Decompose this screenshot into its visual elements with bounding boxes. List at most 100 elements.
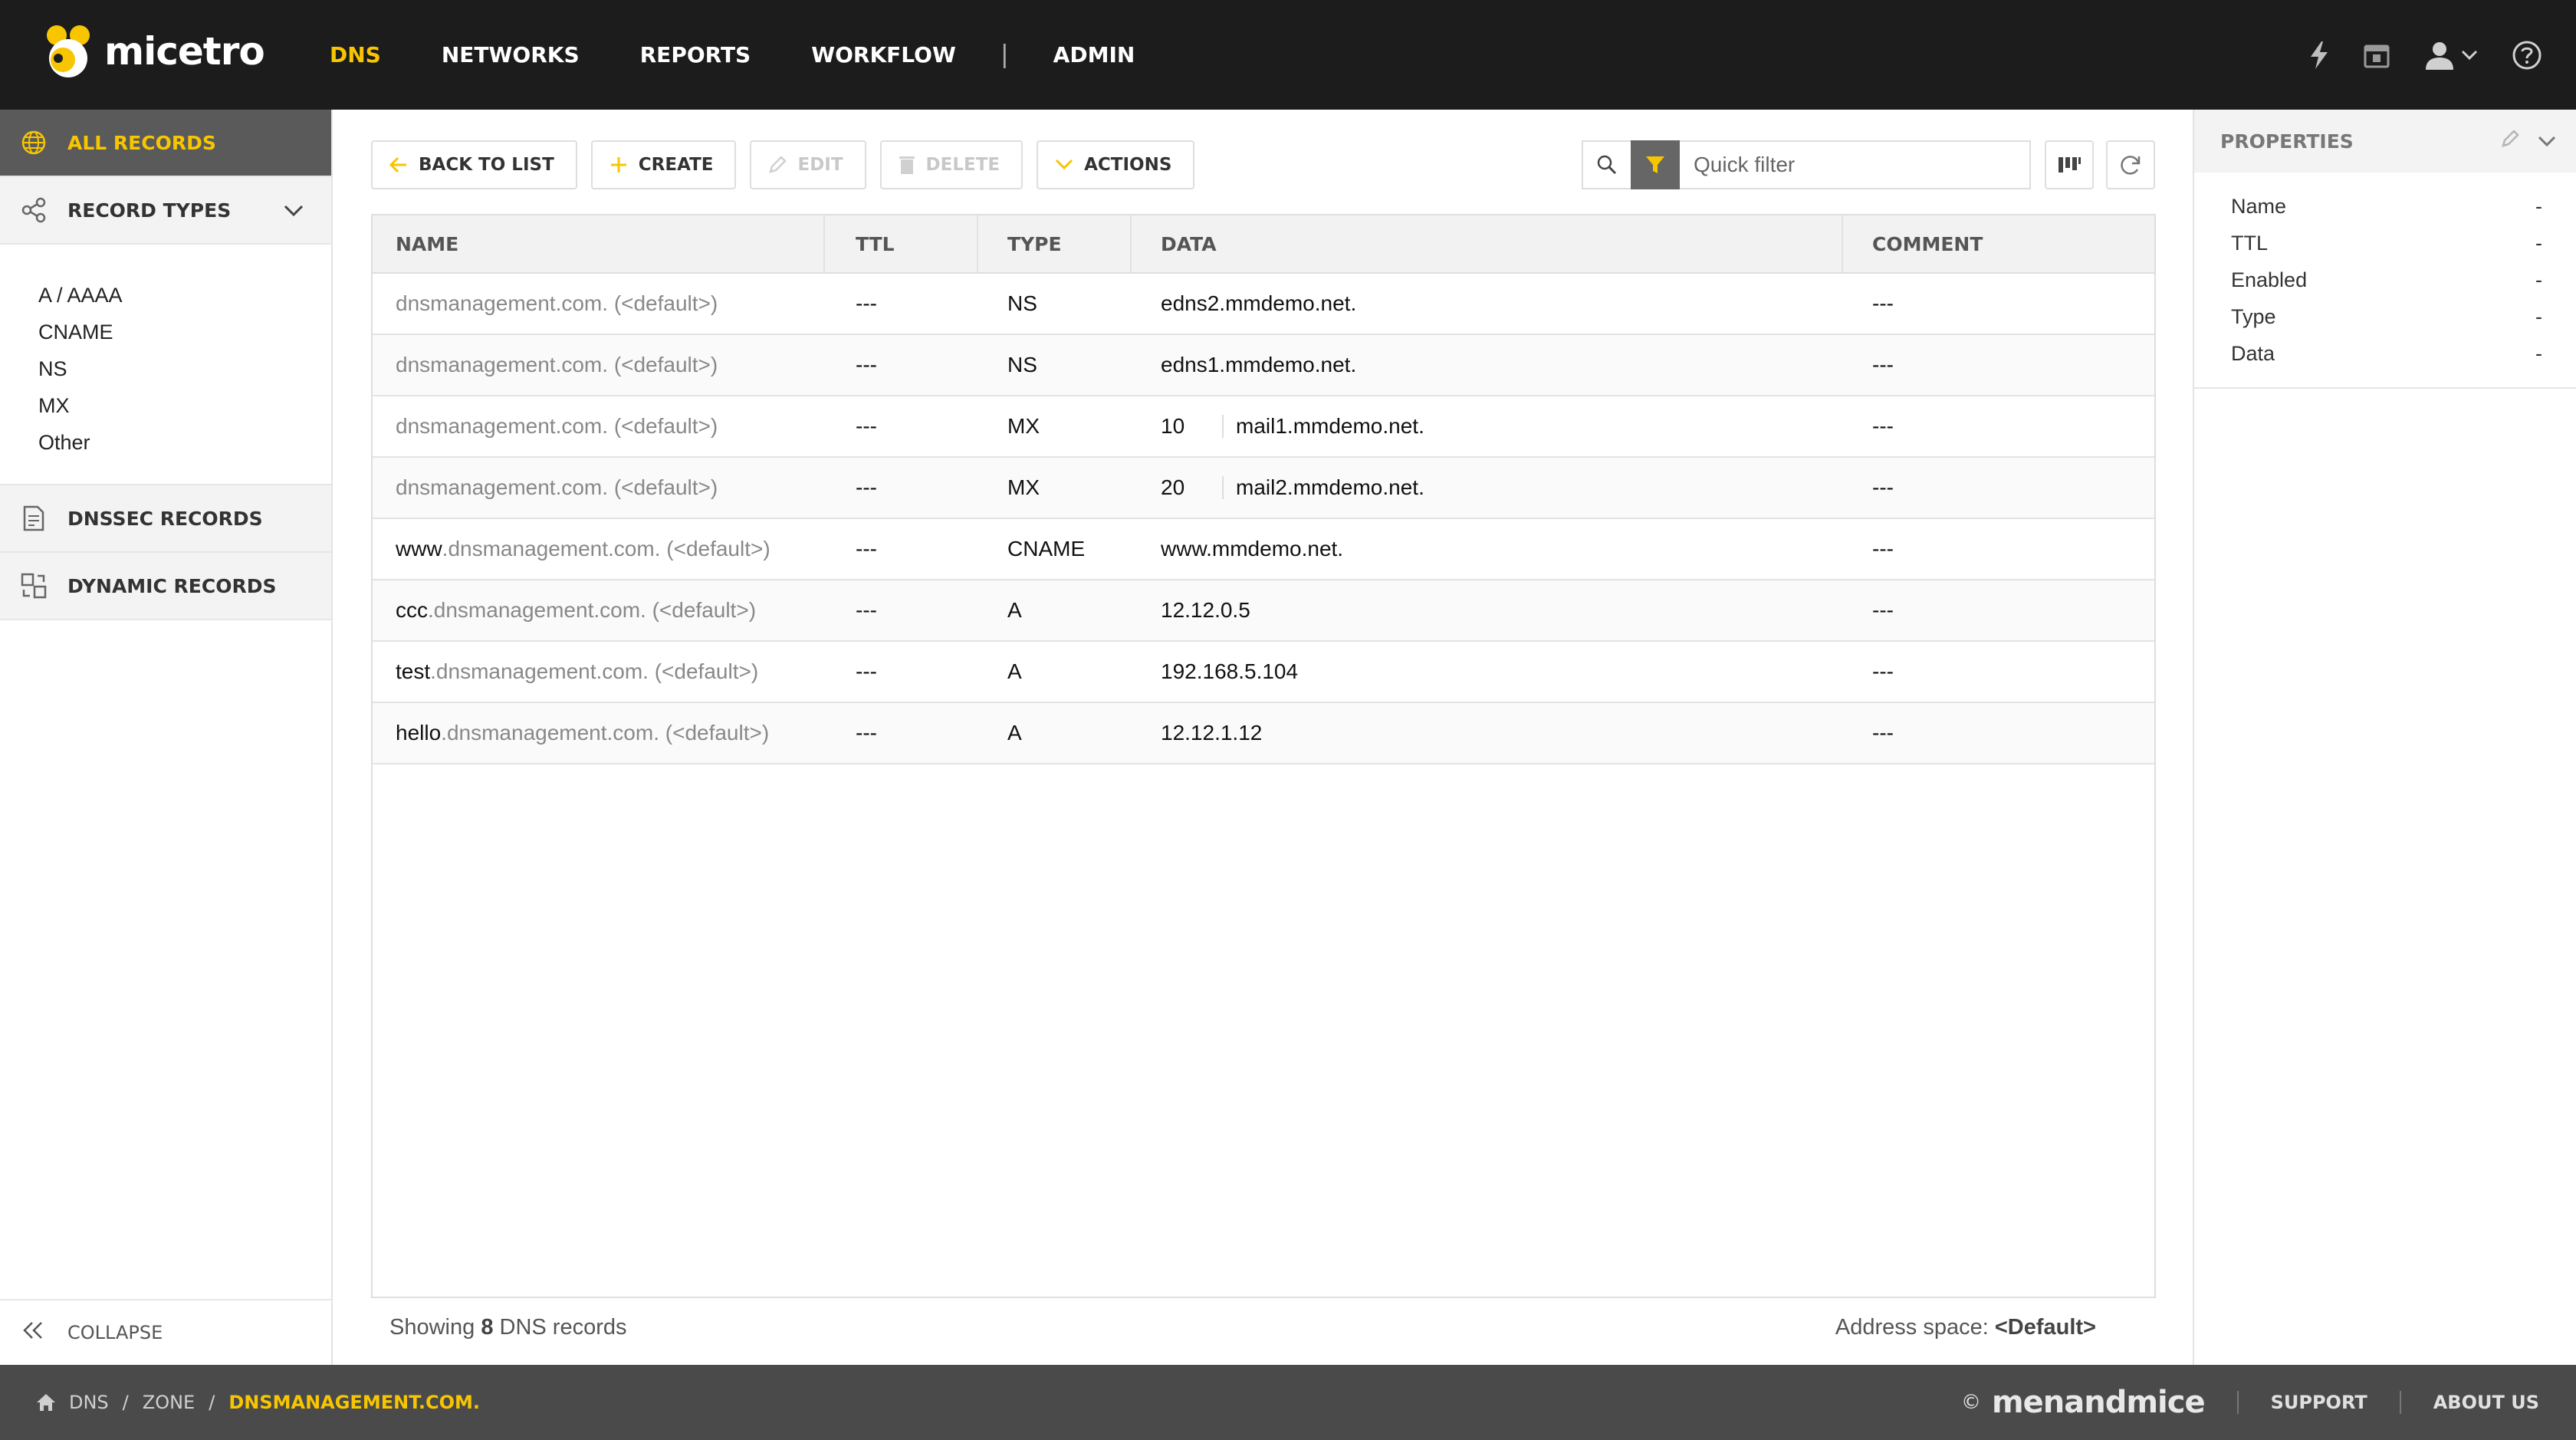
record-type-ns[interactable]: NS bbox=[38, 350, 331, 387]
table-header: NAME TTL TYPE DATA COMMENT bbox=[373, 215, 2154, 274]
properties-title: PROPERTIES bbox=[2220, 130, 2354, 153]
cell-type: MX bbox=[1007, 475, 1040, 499]
actions-label: ACTIONS bbox=[1084, 155, 1172, 175]
chevron-down-icon bbox=[1055, 159, 1073, 171]
record-data-value: 12.12.1.12 bbox=[1161, 721, 1263, 745]
app-name: micetro bbox=[104, 29, 265, 74]
actions-button[interactable]: ACTIONS bbox=[1037, 140, 1195, 189]
record-type-a-aaaa[interactable]: A / AAAA bbox=[38, 277, 331, 314]
cell-type: MX bbox=[1007, 414, 1040, 438]
table-row[interactable]: dnsmanagement.com. (<default>) --- MX 10 mai… bbox=[373, 396, 2154, 458]
cell-ttl: --- bbox=[856, 537, 877, 561]
nav-networks[interactable]: NETWORKS bbox=[442, 42, 580, 67]
column-layout-button[interactable] bbox=[2045, 140, 2094, 189]
micetro-logo-icon bbox=[40, 23, 97, 80]
column-header-name[interactable]: NAME bbox=[373, 215, 825, 272]
dynamic-records-icon bbox=[20, 572, 48, 600]
quick-filter-input[interactable] bbox=[1680, 140, 2031, 189]
column-header-comment[interactable]: COMMENT bbox=[1843, 215, 2154, 272]
bottom-bar: DNS / ZONE / DNSMANAGEMENT.COM. © menand… bbox=[0, 1365, 2576, 1440]
cell-data: www.mmdemo.net. bbox=[1132, 519, 1843, 579]
record-data-value: 12.12.0.5 bbox=[1161, 598, 1250, 622]
filter-icon[interactable] bbox=[1631, 140, 1680, 189]
menandmice-logo[interactable]: menandmice bbox=[1992, 1385, 2206, 1420]
nav-workflow[interactable]: WORKFLOW bbox=[811, 42, 956, 67]
help-icon[interactable] bbox=[2512, 40, 2542, 71]
mx-divider bbox=[1222, 415, 1224, 438]
cell-comment: --- bbox=[1872, 414, 1894, 438]
about-us-link[interactable]: ABOUT US bbox=[2433, 1392, 2539, 1413]
cell-comment: --- bbox=[1872, 537, 1894, 561]
nav-admin[interactable]: ADMIN bbox=[1053, 42, 1135, 67]
record-type-other[interactable]: Other bbox=[38, 424, 331, 461]
address-space-value[interactable]: <Default> bbox=[1995, 1315, 2096, 1340]
copyright: © bbox=[1960, 1391, 1981, 1414]
record-data-value: www.mmdemo.net. bbox=[1161, 537, 1344, 561]
sidebar-item-dynamic-records[interactable]: DYNAMIC RECORDS bbox=[0, 553, 331, 620]
record-zone: dnsmanagement.com. (<default>) bbox=[396, 475, 718, 499]
delete-button[interactable]: DELETE bbox=[879, 140, 1024, 189]
record-type-mx[interactable]: MX bbox=[38, 387, 331, 424]
breadcrumb-dns[interactable]: DNS bbox=[69, 1392, 109, 1413]
search-icon[interactable] bbox=[1582, 140, 1631, 189]
arrow-left-icon bbox=[389, 156, 408, 173]
sidebar-item-record-types[interactable]: RECORD TYPES bbox=[0, 177, 331, 245]
sidebar-item-all-records[interactable]: ALL RECORDS bbox=[0, 110, 331, 177]
nav-separator: | bbox=[1001, 40, 1008, 69]
table-row[interactable]: dnsmanagement.com. (<default>) --- MX 20 mai… bbox=[373, 458, 2154, 519]
property-label: Name bbox=[2231, 194, 2287, 218]
user-menu[interactable] bbox=[2424, 41, 2478, 70]
record-data-value: mail2.mmdemo.net. bbox=[1236, 475, 1424, 499]
cell-name: dnsmanagement.com. (<default>) bbox=[373, 396, 825, 456]
table-row[interactable]: dnsmanagement.com. (<default>) --- NS edns2… bbox=[373, 274, 2154, 335]
column-header-data[interactable]: DATA bbox=[1132, 215, 1843, 272]
table-row[interactable]: www .dnsmanagement.com. (<default>) --- CNA… bbox=[373, 519, 2154, 580]
showing-prefix: Showing bbox=[389, 1315, 475, 1340]
record-type-cname[interactable]: CNAME bbox=[38, 314, 331, 350]
edit-button[interactable]: EDIT bbox=[750, 140, 866, 189]
cell-ttl: --- bbox=[856, 659, 877, 683]
cell-data: edns2.mmdemo.net. bbox=[1132, 274, 1843, 334]
share-icon bbox=[20, 196, 48, 224]
table-row[interactable]: test .dnsmanagement.com. (<default>) --- A 1… bbox=[373, 642, 2154, 703]
table-row[interactable]: dnsmanagement.com. (<default>) --- NS edns1… bbox=[373, 335, 2154, 396]
table-row[interactable]: ccc .dnsmanagement.com. (<default>) --- A 12… bbox=[373, 580, 2154, 642]
pencil-icon[interactable] bbox=[2501, 130, 2519, 153]
micetro-logo[interactable]: micetro bbox=[40, 23, 265, 80]
nav-dns[interactable]: DNS bbox=[330, 42, 381, 67]
column-header-type[interactable]: TYPE bbox=[978, 215, 1132, 272]
cell-name: ccc .dnsmanagement.com. (<default>) bbox=[373, 580, 825, 640]
columns-icon bbox=[2058, 157, 2081, 173]
pencil-icon bbox=[768, 156, 787, 174]
nav-reports[interactable]: REPORTS bbox=[640, 42, 751, 67]
cell-name: dnsmanagement.com. (<default>) bbox=[373, 458, 825, 518]
cell-name: dnsmanagement.com. (<default>) bbox=[373, 274, 825, 334]
dns-records-table: NAME TTL TYPE DATA COMMENT dnsmanagement… bbox=[371, 214, 2156, 1298]
back-to-list-button[interactable]: BACK TO LIST bbox=[371, 140, 577, 189]
table-row[interactable]: hello .dnsmanagement.com. (<default>) --- A… bbox=[373, 703, 2154, 764]
breadcrumb-zone[interactable]: ZONE bbox=[143, 1392, 195, 1413]
property-row: Enabled - bbox=[2231, 261, 2542, 298]
record-zone: dnsmanagement.com. (<default>) bbox=[396, 414, 718, 438]
support-link[interactable]: SUPPORT bbox=[2271, 1392, 2367, 1413]
record-host: www bbox=[396, 537, 442, 561]
home-icon[interactable] bbox=[35, 1392, 57, 1412]
lightning-icon[interactable] bbox=[2309, 41, 2329, 69]
record-zone: .dnsmanagement.com. (<default>) bbox=[442, 537, 770, 561]
refresh-button[interactable] bbox=[2106, 140, 2155, 189]
record-data-value: mail1.mmdemo.net. bbox=[1236, 414, 1424, 438]
record-type-list: A / AAAA CNAME NS MX Other bbox=[0, 245, 331, 485]
mx-priority: 10 bbox=[1161, 414, 1185, 438]
column-header-ttl[interactable]: TTL bbox=[825, 215, 978, 272]
collapse-sidebar-button[interactable]: COLLAPSE bbox=[0, 1299, 331, 1365]
sidebar-item-dnssec-records[interactable]: DNSSEC RECORDS bbox=[0, 485, 331, 553]
document-key-icon bbox=[20, 505, 48, 532]
create-button[interactable]: CREATE bbox=[590, 140, 737, 189]
calendar-icon[interactable] bbox=[2363, 41, 2390, 69]
footer-separator bbox=[2399, 1391, 2401, 1414]
chevron-down-icon[interactable] bbox=[284, 199, 304, 222]
chevron-down-icon[interactable] bbox=[2538, 130, 2556, 153]
main-content: BACK TO LIST CREATE EDIT DELETE ACTIONS bbox=[334, 110, 2193, 1365]
cell-data: 20 mail2.mmdemo.net. bbox=[1132, 458, 1843, 518]
property-row: Data - bbox=[2231, 335, 2542, 372]
